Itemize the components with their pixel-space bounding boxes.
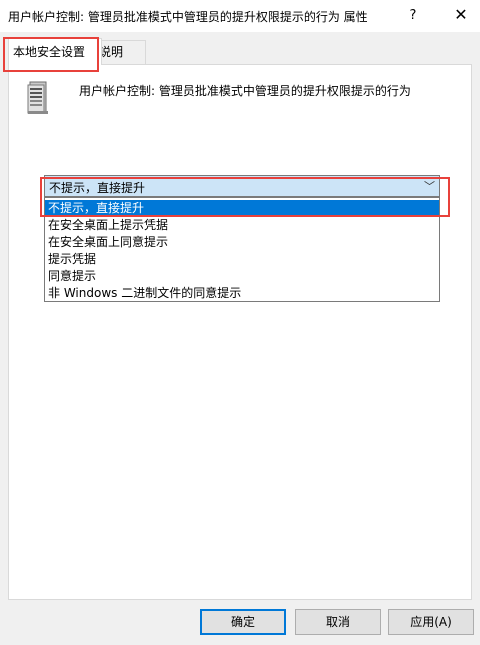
dropdown-option[interactable]: 同意提示: [45, 268, 439, 284]
chevron-down-icon[interactable]: ﹀: [424, 178, 435, 194]
dropdown-option[interactable]: 不提示，直接提升: [45, 200, 439, 216]
tab-local-security-setting[interactable]: 本地安全设置: [8, 38, 102, 65]
window-title: 用户帐户控制: 管理员批准模式中管理员的提升权限提示的行为 属性: [8, 10, 368, 24]
cancel-button[interactable]: 取消: [295, 609, 381, 635]
help-button[interactable]: ?: [396, 0, 430, 32]
elevation-behavior-combobox[interactable]: 不提示，直接提升 ﹀: [44, 175, 440, 197]
dropdown-list: 不提示，直接提升 在安全桌面上提示凭据 在安全桌面上同意提示 提示凭据 同意提示…: [44, 197, 440, 302]
server-icon: [27, 81, 48, 114]
settings-panel: 用户帐户控制: 管理员批准模式中管理员的提升权限提示的行为 不提示，直接提升 ﹀…: [8, 64, 472, 600]
close-button[interactable]: ✕: [442, 0, 480, 32]
ok-button[interactable]: 确定: [200, 609, 286, 635]
policy-name: 用户帐户控制: 管理员批准模式中管理员的提升权限提示的行为: [79, 84, 411, 98]
tab-strip: 说明 本地安全设置: [8, 38, 472, 66]
combobox-selected-value: 不提示，直接提升: [49, 181, 146, 195]
dropdown-option[interactable]: 提示凭据: [45, 251, 439, 267]
dropdown-option[interactable]: 在安全桌面上同意提示: [45, 234, 439, 250]
dropdown-option[interactable]: 在安全桌面上提示凭据: [45, 217, 439, 233]
title-bar: 用户帐户控制: 管理员批准模式中管理员的提升权限提示的行为 属性 ? ✕: [0, 0, 480, 32]
dropdown-option[interactable]: 非 Windows 二进制文件的同意提示: [45, 285, 439, 301]
tab-explain-label: 说明: [99, 45, 124, 59]
tab-local-security-setting-label: 本地安全设置: [13, 45, 86, 59]
apply-button[interactable]: 应用(A): [388, 609, 474, 635]
